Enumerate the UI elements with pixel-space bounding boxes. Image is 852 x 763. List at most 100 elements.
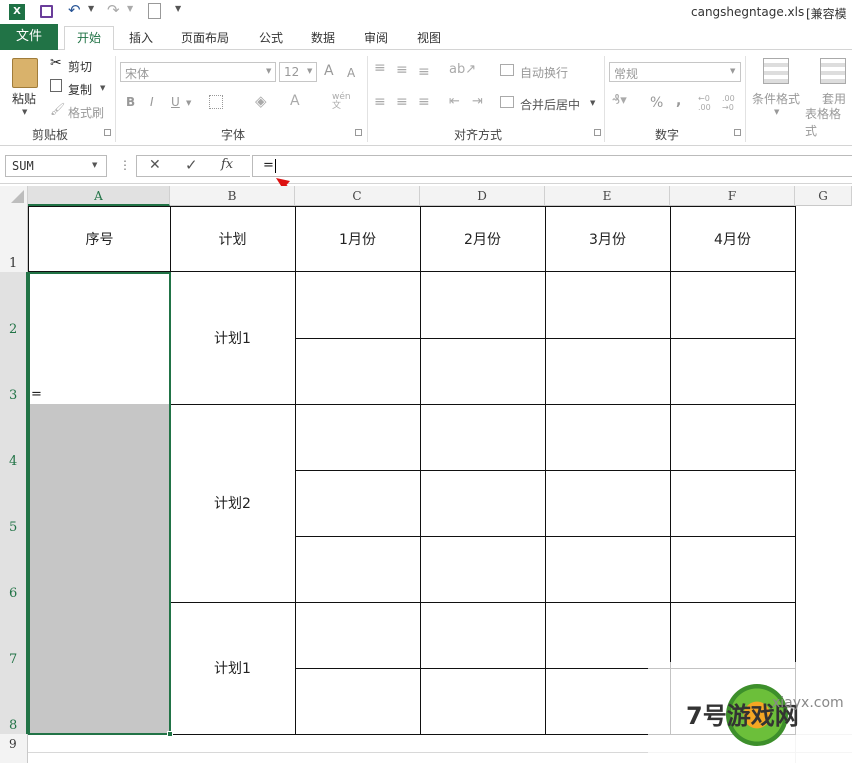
row-header-7[interactable]: 7 [0,652,28,667]
increase-decimal-icon[interactable]: ←0.00 [698,94,711,112]
data-cell-c7[interactable] [295,602,421,669]
data-cell-e6[interactable] [545,536,671,603]
conditional-format-dropdown-icon[interactable]: ▼ [774,108,779,116]
borders-icon[interactable] [209,95,223,109]
seq-cell-rows-7-8[interactable] [28,602,171,735]
confirm-entry-button[interactable]: ✓ [185,156,198,174]
tab-page-layout[interactable]: 页面布局 [181,29,229,46]
header-cell-seq[interactable]: 序号 [28,206,171,272]
paste-icon[interactable] [12,58,38,88]
orientation-icon[interactable]: ab↗ [449,62,476,77]
data-cell-e4[interactable] [545,404,671,471]
data-cell-c2[interactable] [295,272,421,339]
data-cell-d2[interactable] [420,272,546,339]
number-format-dropdown-icon[interactable]: ▼ [730,67,735,75]
data-cell-e2[interactable] [545,272,671,339]
grow-font-button[interactable]: A [324,63,334,79]
header-cell-apr[interactable]: 4月份 [670,206,796,272]
data-cell-f5[interactable] [670,470,796,537]
number-launcher-icon[interactable] [734,129,741,136]
data-cell-e7[interactable] [545,602,671,669]
cancel-entry-button[interactable]: ✕ [149,157,161,173]
tab-insert[interactable]: 插入 [129,29,153,46]
row-header-3[interactable]: 3 [0,388,28,403]
italic-button[interactable]: I [150,95,154,109]
redo-icon[interactable]: ↷ [107,1,120,19]
comma-button[interactable]: , [676,93,681,109]
data-cell-f3[interactable] [670,338,796,405]
data-cell-f4[interactable] [670,404,796,471]
format-as-table-button-line2[interactable]: 表格格式 [805,105,852,139]
font-launcher-icon[interactable] [355,129,362,136]
copy-button[interactable]: 复制 [68,81,92,98]
font-name-box[interactable]: 宋体 [120,62,276,82]
fill-handle[interactable] [167,731,173,737]
font-name-dropdown-icon[interactable]: ▼ [266,67,271,75]
row-header-4[interactable]: 4 [0,454,28,469]
data-cell-f6[interactable] [670,536,796,603]
column-header-e[interactable]: E [545,186,670,206]
top-align-icon[interactable]: ≡ [374,60,386,76]
underline-button[interactable]: U [171,95,180,109]
align-center-icon[interactable]: ≡ [396,94,408,110]
align-right-icon[interactable]: ≡ [418,94,430,110]
column-header-f[interactable]: F [670,186,795,206]
tab-home[interactable]: 开始 [64,26,114,51]
data-cell-d7[interactable] [420,602,546,669]
formula-bar-splitter-icon[interactable]: ⋮ [119,158,131,172]
data-cell-d6[interactable] [420,536,546,603]
column-header-d[interactable]: D [420,186,545,206]
header-cell-mar[interactable]: 3月份 [545,206,671,272]
row-header-8[interactable]: 8 [0,718,28,733]
underline-dropdown-icon[interactable]: ▼ [186,99,191,107]
merge-dropdown-icon[interactable]: ▼ [590,99,595,107]
data-cell-d8[interactable] [420,668,546,735]
row-header-1[interactable]: 1 [0,256,28,271]
align-left-icon[interactable]: ≡ [374,94,386,110]
column-header-a[interactable]: A [28,186,170,206]
header-cell-jan[interactable]: 1月份 [295,206,421,272]
font-size-dropdown-icon[interactable]: ▼ [307,67,312,75]
data-cell-e5[interactable] [545,470,671,537]
copy-dropdown-icon[interactable]: ▼ [100,84,105,92]
undo-icon[interactable]: ↶ [68,1,81,19]
plan-cell-3[interactable]: 计划1 [170,602,296,735]
data-cell-f2[interactable] [670,272,796,339]
cut-button[interactable]: 剪切 [68,58,92,75]
data-cell-e3[interactable] [545,338,671,405]
name-box-dropdown-icon[interactable]: ▼ [92,161,97,169]
merge-center-button[interactable]: 合并后居中 [520,96,580,113]
row-header-9[interactable]: 9 [0,737,28,751]
insert-function-button[interactable]: fx [221,157,233,172]
formula-input[interactable]: = [252,155,852,177]
data-cell-c8[interactable] [295,668,421,735]
percent-button[interactable]: % [650,95,663,111]
data-cell-d5[interactable] [420,470,546,537]
row-header-2[interactable]: 2 [0,322,28,337]
format-painter-button[interactable]: 格式刷 [68,104,104,121]
accounting-format-icon[interactable]: ₰▾ [612,93,627,108]
fill-color-icon[interactable]: ◈ [255,92,267,110]
clipboard-launcher-icon[interactable] [104,129,111,136]
plan-cell-1[interactable]: 计划1 [170,272,296,405]
data-cell-c6[interactable] [295,536,421,603]
print-preview-icon[interactable] [148,3,161,19]
column-header-c[interactable]: C [295,186,420,206]
data-cell-c3[interactable] [295,338,421,405]
header-cell-feb[interactable]: 2月份 [420,206,546,272]
bottom-align-icon[interactable]: ≡ [418,64,430,80]
plan-cell-2[interactable]: 计划2 [170,404,296,603]
font-color-icon[interactable]: A [290,93,300,109]
middle-align-icon[interactable]: ≡ [396,62,408,78]
data-cell-d3[interactable] [420,338,546,405]
bold-button[interactable]: B [126,95,135,109]
alignment-launcher-icon[interactable] [594,129,601,136]
tab-file[interactable]: 文件 [0,24,58,50]
decrease-decimal-icon[interactable]: .00 →0 [722,94,735,112]
row-header-5[interactable]: 5 [0,520,28,535]
paste-dropdown-icon[interactable]: ▼ [22,108,27,116]
undo-dropdown-icon[interactable]: ▼ [88,4,94,13]
phonetic-icon[interactable]: wén 文 [332,93,351,111]
seq-cell-rows-2-3[interactable]: = [28,272,171,405]
data-cell-c5[interactable] [295,470,421,537]
